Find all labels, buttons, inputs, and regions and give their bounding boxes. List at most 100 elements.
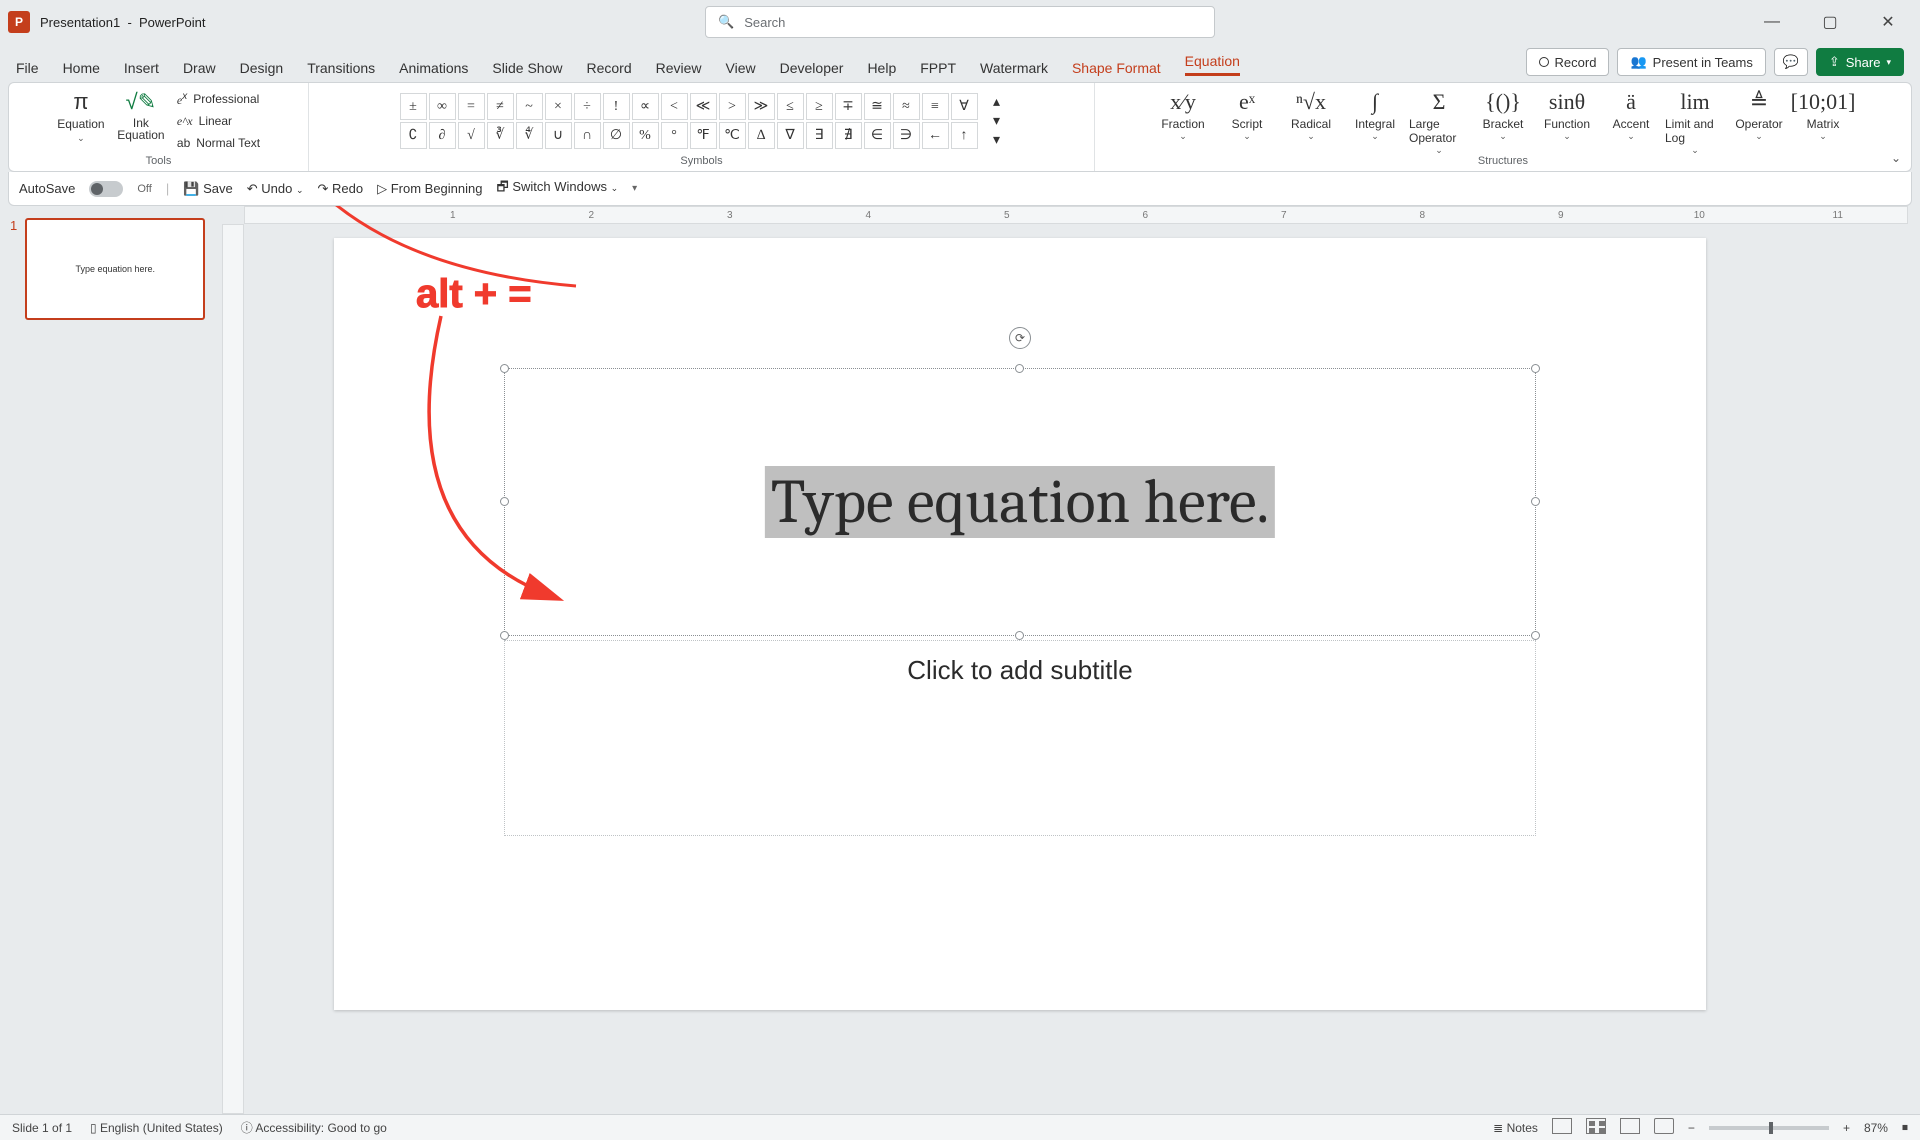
symbols-scroll-down[interactable]: ▾ — [988, 113, 1006, 130]
collapse-ribbon-button[interactable]: ⌄ — [1891, 151, 1901, 165]
notes-button[interactable]: ≣ Notes — [1493, 1121, 1538, 1135]
symbol-<[interactable]: < — [661, 93, 688, 120]
status-language[interactable]: ▯ English (United States) — [90, 1121, 223, 1135]
symbol-↑[interactable]: ↑ — [951, 122, 978, 149]
tab-equation[interactable]: Equation — [1185, 53, 1240, 76]
status-accessibility[interactable]: ⓘ Accessibility: Good to go — [241, 1119, 387, 1136]
tab-record[interactable]: Record — [586, 60, 631, 76]
symbols-scroll-up[interactable]: ▴ — [988, 94, 1006, 111]
structure-operator[interactable]: ≜Operator⌄ — [1729, 87, 1789, 142]
symbol-≫[interactable]: ≫ — [748, 93, 775, 120]
symbol-°[interactable]: ° — [661, 122, 688, 149]
structure-large-operator[interactable]: ΣLarge Operator⌄ — [1409, 87, 1469, 156]
slide-thumbnail-1[interactable]: Type equation here. — [25, 218, 205, 320]
slide-canvas[interactable]: ⟳ Type equation here. Click to add subti… — [334, 238, 1706, 1010]
undo-button[interactable]: ↶ Undo ⌄ — [247, 181, 304, 197]
symbol-≈[interactable]: ≈ — [893, 93, 920, 120]
comments-button[interactable]: 💬 — [1774, 48, 1808, 76]
save-button[interactable]: 💾 Save — [183, 181, 232, 197]
symbol-∛[interactable]: ∛ — [487, 122, 514, 149]
structure-bracket[interactable]: {()}Bracket⌄ — [1473, 87, 1533, 142]
title-placeholder[interactable]: ⟳ Type equation here. — [504, 368, 1536, 636]
tab-help[interactable]: Help — [867, 60, 896, 76]
tab-developer[interactable]: Developer — [780, 60, 844, 76]
search-box[interactable]: 🔍 Search — [705, 6, 1215, 38]
symbol-≪[interactable]: ≪ — [690, 93, 717, 120]
symbol-~[interactable]: ~ — [516, 93, 543, 120]
symbol-≥[interactable]: ≥ — [806, 93, 833, 120]
structure-limit-and-log[interactable]: limLimit and Log⌄ — [1665, 87, 1725, 156]
structure-fraction[interactable]: x⁄yFraction⌄ — [1153, 87, 1213, 142]
structure-accent[interactable]: äAccent⌄ — [1601, 87, 1661, 142]
symbol-∋[interactable]: ∋ — [893, 122, 920, 149]
tab-transitions[interactable]: Transitions — [307, 60, 375, 76]
tab-file[interactable]: File — [16, 60, 39, 76]
convert-linear[interactable]: e^xLinear — [173, 111, 264, 131]
symbol-∄[interactable]: ∄ — [835, 122, 862, 149]
tab-draw[interactable]: Draw — [183, 60, 216, 76]
symbol-∓[interactable]: ∓ — [835, 93, 862, 120]
qat-customize[interactable]: ▾ — [632, 183, 637, 194]
symbol-∈[interactable]: ∈ — [864, 122, 891, 149]
structure-script[interactable]: eˣScript⌄ — [1217, 87, 1277, 142]
zoom-level[interactable]: 87% — [1864, 1121, 1888, 1135]
redo-button[interactable]: ↷ Redo — [317, 181, 363, 197]
symbol-∂[interactable]: ∂ — [429, 122, 456, 149]
zoom-out-button[interactable]: − — [1688, 1121, 1695, 1135]
subtitle-placeholder[interactable]: Click to add subtitle — [504, 640, 1536, 836]
symbol-≅[interactable]: ≅ — [864, 93, 891, 120]
symbol-∁[interactable]: ∁ — [400, 122, 427, 149]
symbol-∃[interactable]: ∃ — [806, 122, 833, 149]
tab-review[interactable]: Review — [656, 60, 702, 76]
tab-shape-format[interactable]: Shape Format — [1072, 60, 1161, 76]
symbol-∩[interactable]: ∩ — [574, 122, 601, 149]
tab-watermark[interactable]: Watermark — [980, 60, 1048, 76]
share-button[interactable]: ⇪Share▾ — [1816, 48, 1904, 76]
close-button[interactable]: ✕ — [1870, 8, 1906, 36]
view-sorter-button[interactable] — [1586, 1118, 1606, 1137]
tab-home[interactable]: Home — [63, 60, 100, 76]
zoom-in-button[interactable]: + — [1843, 1121, 1850, 1135]
symbol-≡[interactable]: ≡ — [922, 93, 949, 120]
structure-integral[interactable]: ∫Integral⌄ — [1345, 87, 1405, 142]
symbol-÷[interactable]: ÷ — [574, 93, 601, 120]
symbol-∆[interactable]: ∆ — [748, 122, 775, 149]
maximize-button[interactable]: ▢ — [1812, 8, 1848, 36]
symbol-≠[interactable]: ≠ — [487, 93, 514, 120]
symbol-∜[interactable]: ∜ — [516, 122, 543, 149]
tab-view[interactable]: View — [726, 60, 756, 76]
symbols-more[interactable]: ▾ — [988, 132, 1006, 149]
record-button[interactable]: Record — [1526, 48, 1610, 76]
symbol-∅[interactable]: ∅ — [603, 122, 630, 149]
equation-button[interactable]: π Equation ⌄ — [53, 87, 109, 144]
from-beginning-button[interactable]: ▷ From Beginning — [377, 181, 482, 197]
symbol-∀[interactable]: ∀ — [951, 93, 978, 120]
view-slideshow-button[interactable] — [1654, 1118, 1674, 1137]
tab-insert[interactable]: Insert — [124, 60, 159, 76]
structure-radical[interactable]: ⁿ√xRadical⌄ — [1281, 87, 1341, 142]
symbol-±[interactable]: ± — [400, 93, 427, 120]
symbol-×[interactable]: × — [545, 93, 572, 120]
convert-professional[interactable]: exProfessional — [173, 89, 264, 109]
symbol-![interactable]: ! — [603, 93, 630, 120]
symbol->[interactable]: > — [719, 93, 746, 120]
symbol-←[interactable]: ← — [922, 122, 949, 149]
symbol-∞[interactable]: ∞ — [429, 93, 456, 120]
symbol-℉[interactable]: ℉ — [690, 122, 717, 149]
autosave-toggle[interactable] — [89, 181, 123, 197]
ink-equation-button[interactable]: √✎ Ink Equation — [113, 87, 169, 141]
symbol-=[interactable]: = — [458, 93, 485, 120]
tab-animations[interactable]: Animations — [399, 60, 468, 76]
symbol-∪[interactable]: ∪ — [545, 122, 572, 149]
symbol-∇[interactable]: ∇ — [777, 122, 804, 149]
view-reading-button[interactable] — [1620, 1118, 1640, 1137]
convert-normal-text[interactable]: abNormal Text — [173, 133, 264, 153]
symbol-℃[interactable]: ℃ — [719, 122, 746, 149]
symbol-√[interactable]: √ — [458, 122, 485, 149]
tab-slide-show[interactable]: Slide Show — [492, 60, 562, 76]
equation-placeholder-text[interactable]: Type equation here. — [765, 466, 1275, 538]
minimize-button[interactable]: — — [1754, 8, 1790, 36]
symbol-∝[interactable]: ∝ — [632, 93, 659, 120]
switch-windows-button[interactable]: 🗗 Switch Windows ⌄ — [497, 178, 619, 200]
present-in-teams-button[interactable]: 👥Present in Teams — [1617, 48, 1765, 76]
